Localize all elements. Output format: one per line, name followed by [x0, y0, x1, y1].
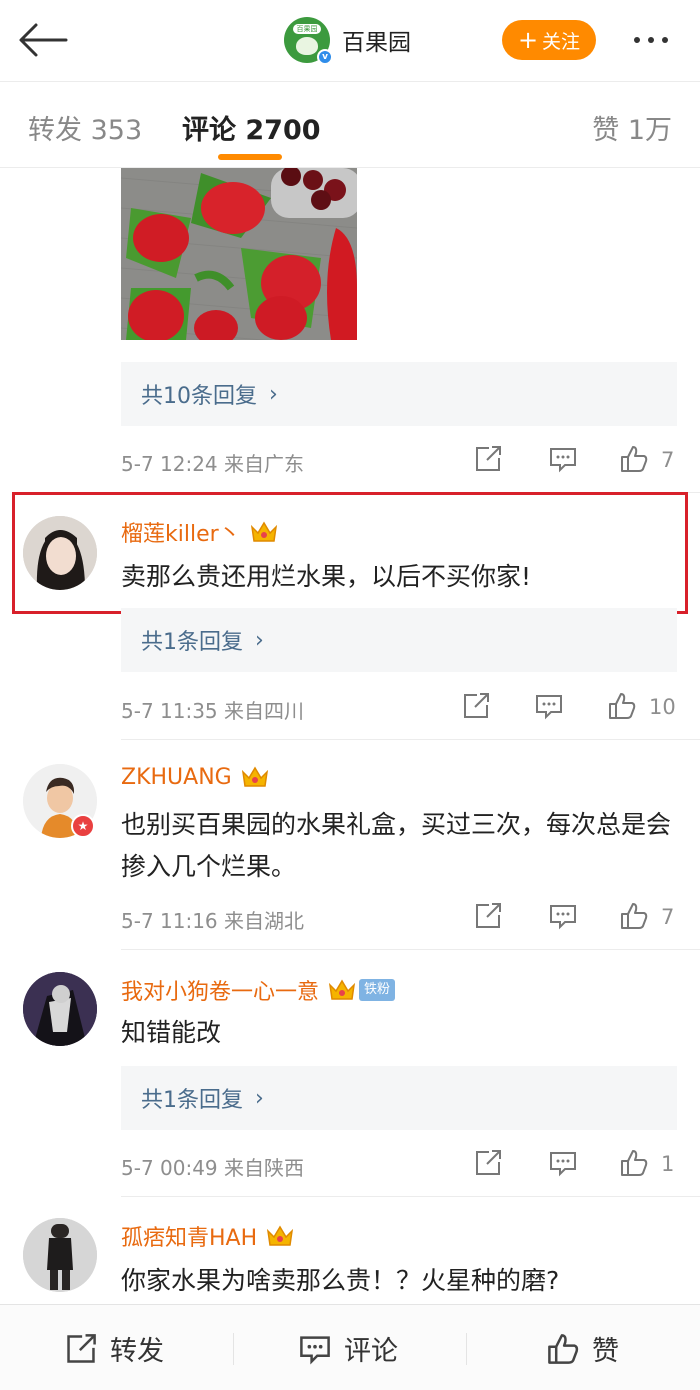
account-avatar[interactable]: 百果园 v [284, 17, 333, 65]
username-text[interactable]: 我对小狗卷一心一意 [121, 974, 319, 1006]
comment-username[interactable]: 孤痞知青HAH [121, 1220, 295, 1252]
share-icon[interactable] [461, 691, 491, 721]
chevron-right-icon: › [255, 627, 264, 653]
comment-label: 评论 [344, 1336, 398, 1367]
like-icon[interactable] [619, 901, 649, 931]
comment-meta: 5-7 11:35 来自四川 10 [121, 691, 677, 725]
comment-text: 你家水果为啥卖那么贵！？火星种的磨? [121, 1266, 560, 1295]
tab-bar: 转发 353 评论 2700 赞 1万 [0, 82, 700, 168]
follow-button[interactable]: + 关注 [502, 20, 596, 60]
like-count: 10 [649, 695, 676, 719]
like-button[interactable]: 赞 [546, 1329, 619, 1368]
repost-label: 转发 [110, 1336, 164, 1367]
comment-icon [300, 1335, 330, 1364]
username-text[interactable]: ZKHUANG [121, 765, 232, 790]
verified-icon: v [317, 49, 333, 65]
comment-time-location: 5-7 00:49 来自陕西 [121, 1156, 305, 1180]
follow-label: 关注 [542, 30, 581, 53]
crown-badge-icon [328, 979, 356, 1000]
share-icon[interactable] [473, 1148, 503, 1178]
like-icon[interactable] [607, 691, 637, 721]
view-replies-link[interactable]: 共1条回复 › [121, 608, 677, 672]
comment-time-location: 5-7 11:35 来自四川 [121, 699, 305, 723]
like-count: 7 [661, 448, 675, 472]
divider [121, 1196, 700, 1197]
repost-icon [67, 1333, 96, 1363]
like-count: 7 [661, 905, 675, 929]
repost-button[interactable]: 转发 [64, 1329, 164, 1368]
more-options-icon[interactable] [634, 37, 668, 43]
bottom-action-bar: 转发 评论 赞 [0, 1304, 700, 1390]
plus-icon: + [517, 26, 539, 54]
comment-icon[interactable] [548, 1148, 578, 1178]
comment-meta: 5-7 00:49 来自陕西 1 [121, 1148, 677, 1182]
like-label: 赞 [592, 1336, 619, 1367]
tab-reposts[interactable]: 转发 353 [28, 108, 142, 147]
like-count: 1 [661, 1152, 675, 1176]
account-header[interactable]: 百果园 v 百果园 [284, 17, 411, 65]
share-icon[interactable] [473, 901, 503, 931]
comment-meta: 5-7 11:16 来自湖北 7 [121, 901, 677, 935]
comment-time-location: 5-7 11:16 来自湖北 [121, 909, 305, 933]
comment-username[interactable]: ZKHUANG [121, 764, 270, 790]
vip-badge-icon: ★ [71, 814, 95, 838]
comment-icon[interactable] [534, 691, 564, 721]
like-icon[interactable] [619, 1148, 649, 1178]
divider [121, 739, 700, 740]
divider [466, 1333, 467, 1365]
chevron-right-icon: › [255, 1085, 264, 1111]
comment-button[interactable]: 评论 [298, 1329, 398, 1368]
comment-icon[interactable] [548, 901, 578, 931]
username-text[interactable]: 孤痞知青HAH [121, 1220, 257, 1252]
logo-face-icon [296, 37, 318, 55]
reply-count-label: 共1条回复 [141, 630, 243, 655]
divider [233, 1333, 234, 1365]
avatar[interactable] [23, 1218, 97, 1292]
crown-badge-icon [241, 766, 268, 787]
like-icon [548, 1333, 579, 1364]
account-name[interactable]: 百果园 [342, 23, 411, 57]
avatar[interactable] [23, 972, 97, 1046]
comment-username[interactable]: 我对小狗卷一心一意 铁粉 [121, 974, 396, 1006]
fan-badge: 铁粉 [359, 979, 396, 1001]
comment-icon[interactable] [548, 444, 578, 474]
tab-comments[interactable]: 评论 2700 [182, 108, 321, 147]
avatar[interactable]: ★ [23, 764, 97, 838]
comment-time-location: 5-7 12:24 来自广东 [121, 452, 305, 476]
like-icon[interactable] [619, 444, 649, 474]
highlight-box [12, 492, 688, 614]
view-replies-link[interactable]: 共10条回复 › [121, 362, 677, 426]
tab-likes[interactable]: 赞 1万 [592, 108, 672, 147]
comment-text: 知错能改 [121, 1018, 222, 1047]
crown-badge-icon [267, 1225, 294, 1246]
share-icon[interactable] [473, 444, 503, 474]
top-bar: 百果园 v 百果园 + 关注 [0, 0, 700, 82]
view-replies-link[interactable]: 共1条回复 › [121, 1066, 677, 1130]
back-arrow-icon[interactable] [16, 20, 70, 60]
comment-image-strawberries[interactable] [121, 168, 357, 340]
account-logo-text: 百果园 [293, 24, 321, 34]
chevron-right-icon: › [269, 381, 278, 407]
reply-count-label: 共1条回复 [141, 1088, 243, 1113]
divider [121, 949, 700, 950]
comment-text: 也别买百果园的水果礼盒，买过三次，每次总是会掺入几个烂果。 [121, 810, 672, 881]
comment-meta: 5-7 12:24 来自广东 7 [121, 444, 677, 478]
active-tab-indicator [218, 154, 282, 160]
reply-count-label: 共10条回复 [141, 384, 257, 409]
